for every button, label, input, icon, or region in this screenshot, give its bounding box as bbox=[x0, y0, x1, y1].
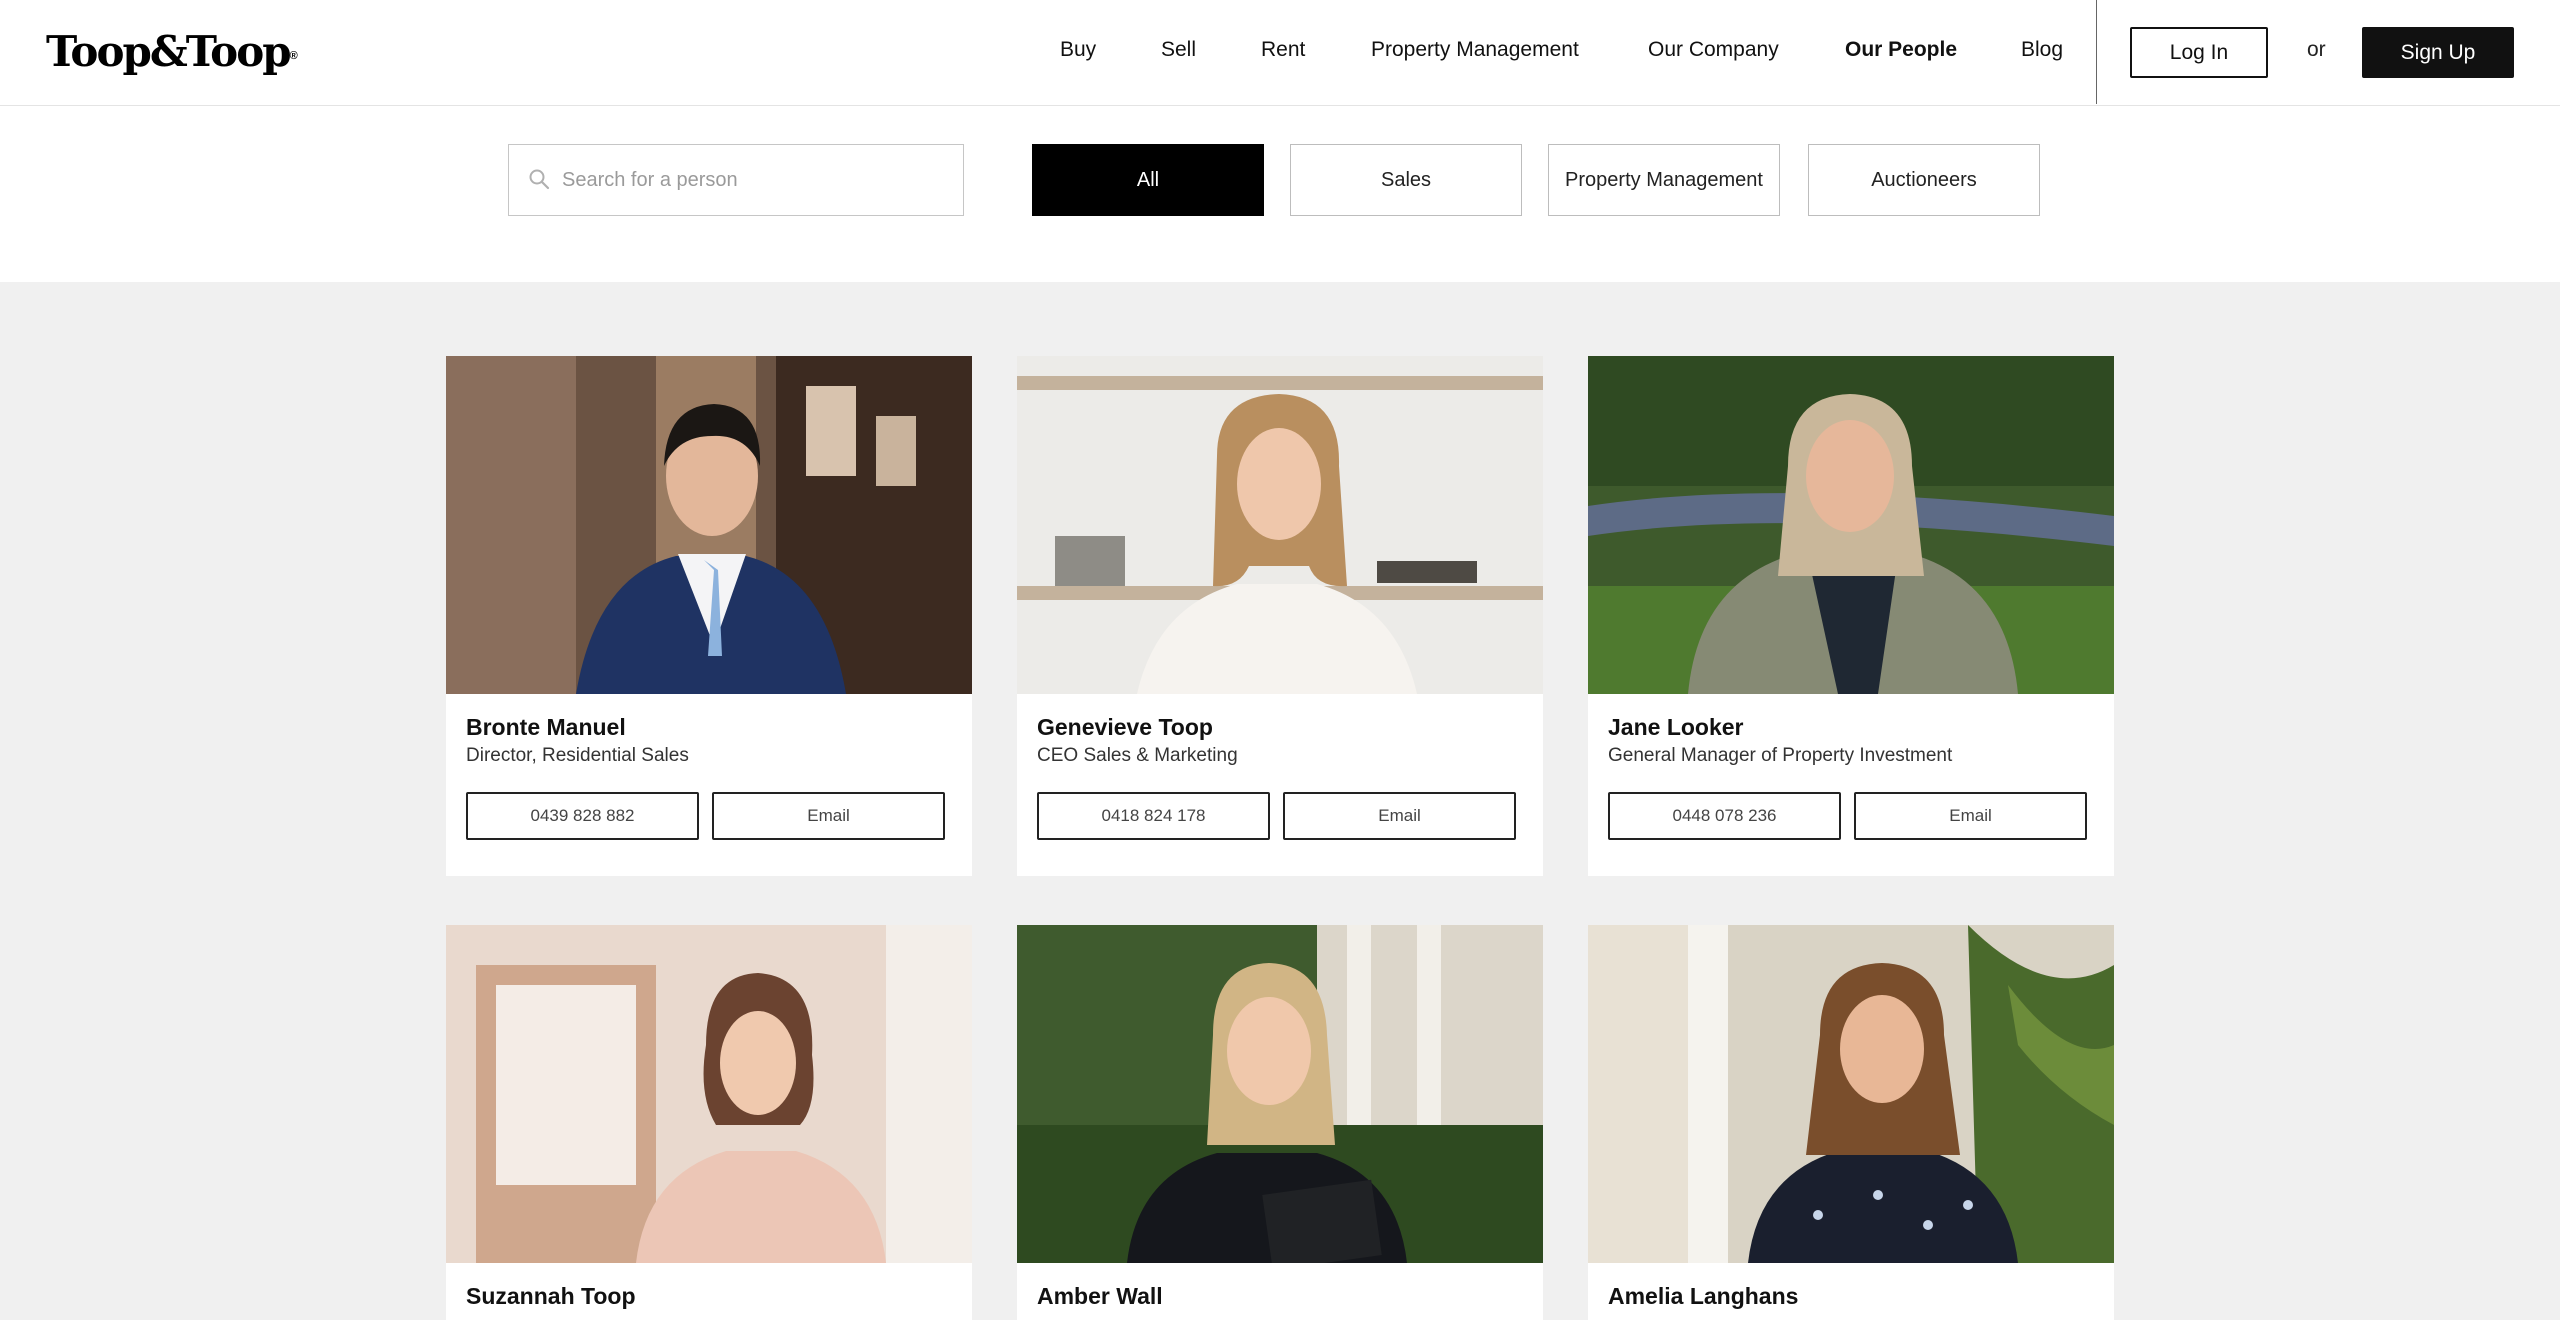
nav-sell[interactable]: Sell bbox=[1161, 38, 1196, 62]
nav-our-company[interactable]: Our Company bbox=[1648, 38, 1779, 62]
or-text: or bbox=[2307, 38, 2326, 61]
person-role: General Manager of Property Investment bbox=[1608, 745, 1953, 766]
site-header: Toop&Toop® Buy Sell Rent Property Manage… bbox=[0, 0, 2560, 106]
nav-rent[interactable]: Rent bbox=[1261, 38, 1305, 62]
sign-up-button[interactable]: Sign Up bbox=[2362, 27, 2514, 78]
person-name: Jane Looker bbox=[1608, 714, 1744, 740]
filter-bar: All Sales Property Management Auctioneer… bbox=[0, 106, 2560, 282]
person-role: CEO Sales & Marketing bbox=[1037, 745, 1238, 766]
filter-all-button[interactable]: All bbox=[1032, 144, 1264, 216]
person-photo[interactable] bbox=[446, 925, 972, 1263]
person-card: Jane Looker General Manager of Property … bbox=[1588, 356, 2114, 876]
filter-property-management-button[interactable]: Property Management bbox=[1548, 144, 1780, 216]
logo-registered-mark: ® bbox=[289, 50, 298, 62]
person-role: Director, Residential Sales bbox=[466, 745, 689, 766]
person-name: Amber Wall bbox=[1037, 1283, 1163, 1309]
search-icon bbox=[529, 169, 550, 190]
person-name: Genevieve Toop bbox=[1037, 714, 1213, 740]
nav-buy[interactable]: Buy bbox=[1060, 38, 1096, 62]
person-card: Bronte Manuel Director, Residential Sale… bbox=[446, 356, 972, 876]
nav-divider bbox=[2096, 0, 2097, 104]
phone-button[interactable]: 0418 824 178 bbox=[1037, 792, 1270, 840]
phone-button[interactable]: 0448 078 236 bbox=[1608, 792, 1841, 840]
person-card: Suzannah Toop bbox=[446, 925, 972, 1320]
person-photo[interactable] bbox=[1588, 356, 2114, 694]
email-button[interactable]: Email bbox=[1283, 792, 1516, 840]
filter-sales-button[interactable]: Sales bbox=[1290, 144, 1522, 216]
phone-button[interactable]: 0439 828 882 bbox=[466, 792, 699, 840]
person-photo[interactable] bbox=[1588, 925, 2114, 1263]
email-button[interactable]: Email bbox=[1854, 792, 2087, 840]
log-in-button[interactable]: Log In bbox=[2130, 27, 2268, 78]
nav-property-management[interactable]: Property Management bbox=[1371, 38, 1579, 62]
logo-text: Toop&Toop bbox=[46, 27, 292, 76]
nav-our-people[interactable]: Our People bbox=[1845, 38, 1957, 62]
logo[interactable]: Toop&Toop® bbox=[46, 28, 298, 76]
email-button[interactable]: Email bbox=[712, 792, 945, 840]
person-name: Suzannah Toop bbox=[466, 1283, 636, 1309]
search-field[interactable] bbox=[508, 144, 964, 216]
person-card: Amelia Langhans bbox=[1588, 925, 2114, 1320]
person-photo[interactable] bbox=[1017, 356, 1543, 694]
person-name: Amelia Langhans bbox=[1608, 1283, 1799, 1309]
filter-auctioneers-button[interactable]: Auctioneers bbox=[1808, 144, 2040, 216]
person-name: Bronte Manuel bbox=[466, 714, 626, 740]
search-input[interactable] bbox=[509, 145, 963, 215]
person-photo[interactable] bbox=[446, 356, 972, 694]
person-photo[interactable] bbox=[1017, 925, 1543, 1263]
person-card: Amber Wall bbox=[1017, 925, 1543, 1320]
person-card: Genevieve Toop CEO Sales & Marketing 041… bbox=[1017, 356, 1543, 876]
nav-blog[interactable]: Blog bbox=[2021, 38, 2063, 62]
